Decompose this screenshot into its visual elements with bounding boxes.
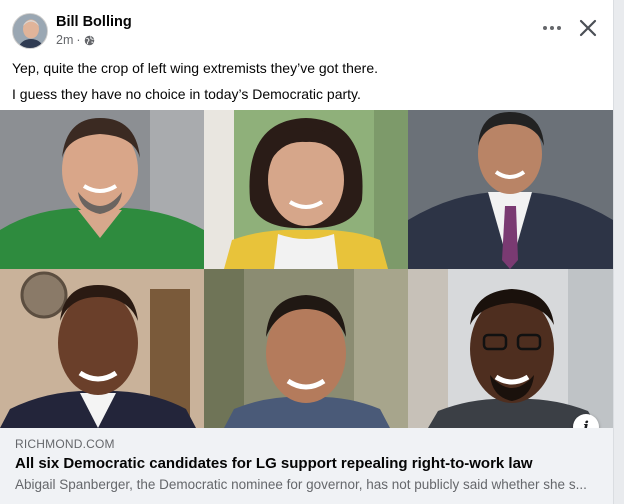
avatar[interactable]	[12, 13, 48, 49]
post-text: Yep, quite the crop of left wing extremi…	[12, 59, 378, 111]
more-dot	[557, 26, 561, 30]
post-timestamp[interactable]: 2m	[56, 33, 73, 47]
candidate-photo-6	[408, 269, 613, 428]
more-horizontal-icon	[543, 26, 547, 30]
post-header: Bill Bolling 2m ·	[12, 12, 602, 52]
candidate-photo-2	[204, 110, 408, 269]
facebook-post: Bill Bolling 2m · Yep, quite the crop of…	[0, 0, 614, 504]
post-meta: 2m ·	[56, 33, 95, 47]
more-options-button[interactable]	[540, 16, 564, 40]
link-preview-image[interactable]	[0, 110, 613, 428]
globe-icon	[84, 35, 95, 46]
link-description: Abigail Spanberger, the Democratic nomin…	[15, 477, 587, 492]
candidate-photo-4	[0, 269, 204, 428]
link-preview[interactable]: RICHMOND.COM All six Democratic candidat…	[0, 428, 613, 504]
meta-separator: ·	[76, 33, 81, 47]
close-button[interactable]	[576, 16, 600, 40]
more-dot	[550, 26, 554, 30]
candidate-photo-1	[0, 110, 204, 269]
post-text-line-2: I guess they have no choice in today’s D…	[12, 86, 361, 102]
candidate-photo-5	[204, 269, 408, 428]
candidate-photo-3	[408, 110, 613, 269]
post-text-line-1: Yep, quite the crop of left wing extremi…	[12, 60, 379, 76]
link-title[interactable]: All six Democratic candidates for LG sup…	[15, 455, 533, 472]
author-name[interactable]: Bill Bolling	[56, 14, 132, 30]
close-icon	[579, 19, 597, 37]
link-domain: RICHMOND.COM	[15, 437, 115, 451]
